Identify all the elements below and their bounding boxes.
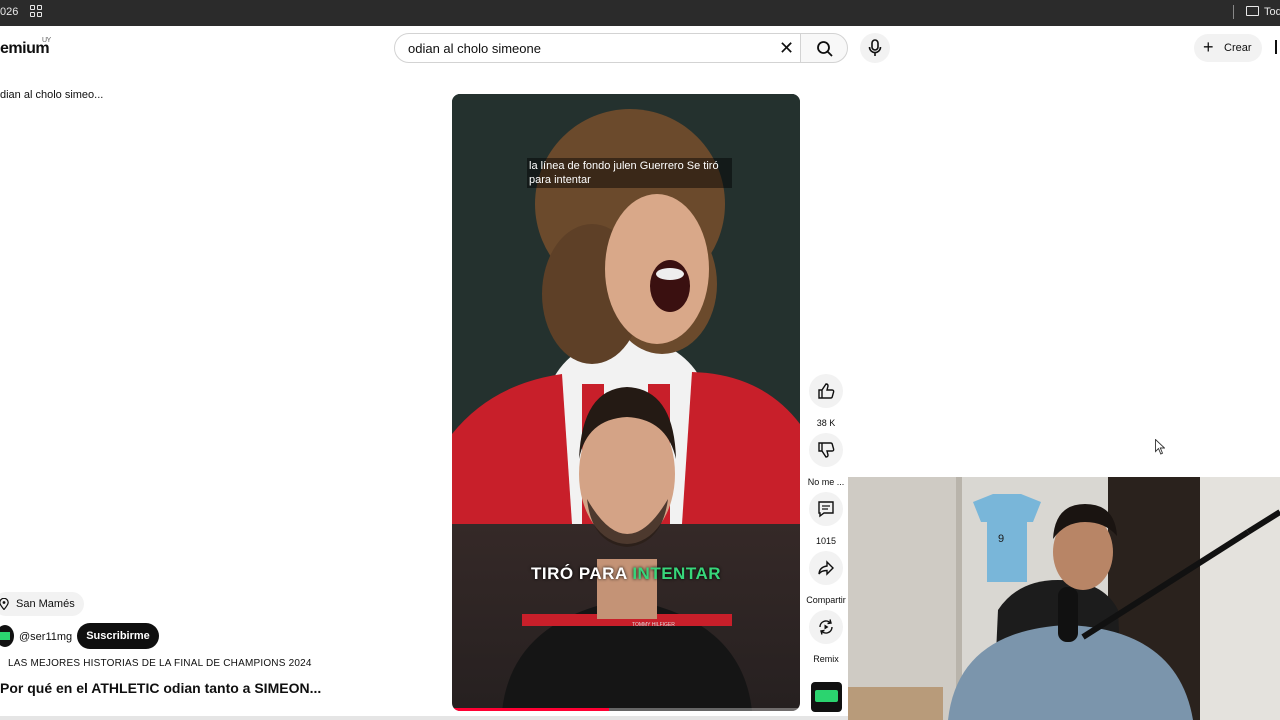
- comment-icon: [818, 501, 834, 518]
- share-label: Compartir: [806, 595, 846, 605]
- apps-grid-icon[interactable]: [30, 5, 42, 17]
- search-query-breadcrumb[interactable]: dian al cholo simeo...: [0, 89, 103, 101]
- browser-bookmarks-bar: 026 Tod: [0, 0, 1280, 26]
- search-box[interactable]: odian al cholo simeone ✕: [394, 33, 801, 63]
- like-action[interactable]: 38 K: [808, 374, 844, 428]
- channel-avatar[interactable]: [0, 625, 14, 647]
- notifications-icon[interactable]: [1275, 40, 1280, 54]
- browser-year-fragment: 026: [0, 6, 19, 18]
- like-button[interactable]: [809, 374, 843, 408]
- comment-count: 1015: [815, 536, 837, 546]
- video-progress-bar[interactable]: [452, 708, 800, 711]
- location-pin-icon: [0, 598, 9, 610]
- remix-label: Remix: [813, 654, 839, 664]
- create-label: Crear: [1224, 42, 1252, 54]
- presenter-image: [502, 387, 752, 711]
- svg-text:9: 9: [998, 533, 1004, 545]
- location-label: San Mamés: [16, 598, 75, 610]
- subscribe-button[interactable]: Suscribirme: [77, 623, 159, 649]
- site-logo[interactable]: emium UY: [0, 37, 51, 58]
- comments-button[interactable]: [809, 492, 843, 526]
- dislike-action[interactable]: No me ...: [808, 433, 844, 487]
- microphone-icon: [868, 39, 882, 56]
- create-button[interactable]: + Crear: [1194, 34, 1262, 62]
- remix-button[interactable]: [809, 610, 843, 644]
- video-title[interactable]: Por qué en el ATHLETIC odian tanto a SIM…: [0, 680, 321, 696]
- thumbs-down-icon: [818, 442, 835, 458]
- voice-search-button[interactable]: [860, 33, 890, 63]
- share-button[interactable]: [809, 551, 843, 585]
- bookmark-folder-label[interactable]: Tod: [1264, 6, 1280, 18]
- share-action[interactable]: Compartir: [806, 551, 846, 605]
- bookmark-divider: [1233, 5, 1234, 19]
- folder-icon[interactable]: [1246, 6, 1259, 16]
- shirt-brand-text: TOMMY HILFIGER: [632, 622, 675, 628]
- logo-region: UY: [42, 37, 51, 44]
- progress-fill: [452, 708, 609, 711]
- like-count: 38 K: [816, 418, 836, 428]
- clear-search-icon[interactable]: ✕: [779, 39, 794, 57]
- search-button[interactable]: [800, 33, 848, 63]
- streamer-webcam-overlay: 9: [848, 477, 1280, 720]
- dislike-label: No me ...: [807, 477, 845, 487]
- share-icon: [818, 560, 834, 576]
- comments-action[interactable]: 1015: [808, 492, 844, 546]
- short-video-player[interactable]: la línea de fondo julen Guerrero Se tiró…: [452, 94, 800, 711]
- remix-icon: [819, 619, 833, 635]
- search-input[interactable]: odian al cholo simeone: [408, 41, 541, 56]
- caption-plain: TIRÓ PARA: [530, 564, 633, 583]
- remix-action[interactable]: Remix: [808, 610, 844, 664]
- page-bottom-divider: [0, 716, 848, 720]
- dislike-button[interactable]: [809, 433, 843, 467]
- mouse-cursor-icon: [1155, 439, 1165, 455]
- caption-highlight: INTENTAR: [632, 564, 722, 583]
- burned-in-caption: TIRÓ PARA INTENTAR: [452, 564, 800, 584]
- location-chip[interactable]: San Mamés: [0, 592, 84, 616]
- playlist-label[interactable]: LAS MEJORES HISTORIAS DE LA FINAL DE CHA…: [8, 658, 312, 669]
- subtitle-caption: la línea de fondo julen Guerrero Se tiró…: [527, 158, 732, 188]
- plus-icon: +: [1203, 37, 1214, 57]
- channel-handle[interactable]: @ser11mg: [19, 631, 72, 643]
- thumbs-up-icon: [818, 383, 835, 399]
- channel-logo-icon: [815, 690, 838, 702]
- search-icon: [817, 41, 833, 57]
- channel-thumbnail[interactable]: [811, 682, 842, 712]
